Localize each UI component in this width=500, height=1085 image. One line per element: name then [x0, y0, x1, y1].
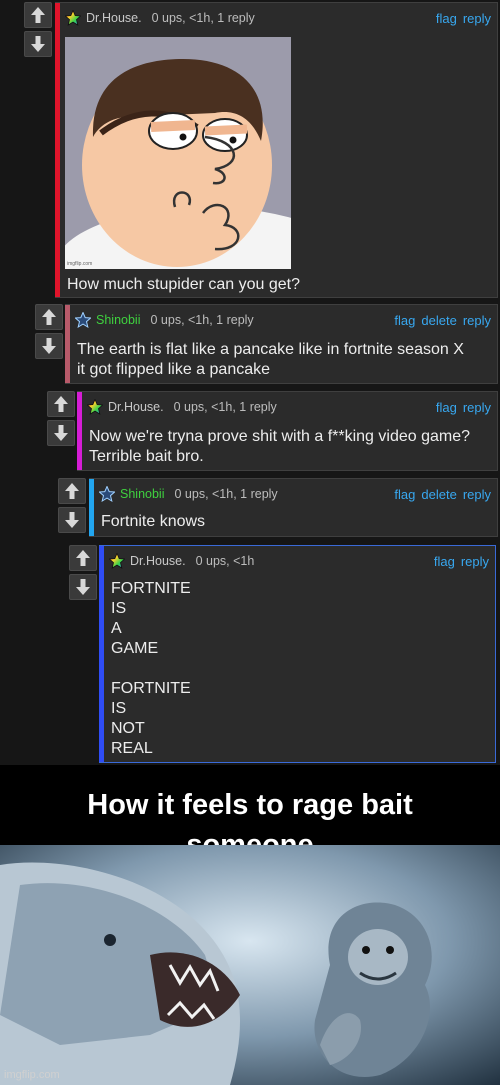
vote-controls	[35, 304, 63, 362]
vote-controls	[24, 2, 52, 60]
rage-bait-meme: How it feels to rage bait someone imgfli…	[0, 765, 500, 1085]
delete-link[interactable]: delete	[421, 313, 456, 328]
flag-link[interactable]: flag	[434, 554, 455, 569]
reply-link[interactable]: reply	[463, 400, 491, 415]
comment-header: Shinobii 0 ups, <1h, 1 reply flag delete…	[75, 311, 491, 329]
reply-link[interactable]: reply	[463, 487, 491, 502]
comment-actions: flag reply	[434, 554, 489, 569]
arrow-up-icon	[31, 7, 45, 23]
rainbow-star-icon	[65, 10, 81, 26]
arrow-down-icon	[42, 338, 56, 354]
comment-meta: 0 ups, <1h, 1 reply	[150, 313, 254, 327]
thread-bar	[65, 305, 70, 383]
comment-actions: flag reply	[436, 11, 491, 26]
flag-link[interactable]: flag	[436, 400, 457, 415]
comment-meta: 0 ups, <1h, 1 reply	[151, 11, 255, 25]
comment: Dr.House. 0 ups, <1h, 1 reply flag reply…	[47, 391, 498, 471]
username[interactable]: Dr.House.	[108, 400, 164, 414]
upvote-button[interactable]	[69, 545, 97, 571]
upvote-button[interactable]	[58, 478, 86, 504]
comment-box: Dr.House. 0 ups, <1h flag reply FORTNITE…	[99, 545, 496, 763]
reply-link[interactable]: reply	[461, 554, 489, 569]
thread-bar	[55, 3, 60, 297]
comment-text: FORTNITE IS A GAME FORTNITE IS NOT REAL	[111, 580, 191, 757]
meme-watermark: imgflip.com	[4, 1069, 60, 1081]
comment: Shinobii 0 ups, <1h, 1 reply flag delete…	[35, 304, 498, 384]
comment-header: Dr.House. 0 ups, <1h, 1 reply flag reply	[87, 398, 491, 416]
comment-meta: 0 ups, <1h, 1 reply	[173, 400, 277, 414]
username[interactable]: Dr.House.	[86, 11, 142, 25]
arrow-up-icon	[42, 309, 56, 325]
flag-link[interactable]: flag	[394, 487, 415, 502]
username[interactable]: Dr.House.	[130, 554, 186, 568]
meme-caption-line1: How it feels to rage bait	[87, 789, 413, 821]
comment: Shinobii 0 ups, <1h, 1 reply flag delete…	[58, 478, 498, 537]
comment-box: Dr.House. 0 ups, <1h, 1 reply flag reply…	[77, 391, 498, 471]
comment-meta: 0 ups, <1h	[195, 554, 255, 568]
lion-and-monkey-image	[0, 845, 500, 1085]
meme-watermark: imgflip.com	[67, 261, 93, 267]
arrow-up-icon	[65, 483, 79, 499]
arrow-down-icon	[76, 579, 90, 595]
thread-bar	[77, 392, 82, 470]
comment-thread: Dr.House. 0 ups, <1h, 1 reply flag reply	[0, 0, 500, 765]
arrow-up-icon	[76, 550, 90, 566]
downvote-button[interactable]	[47, 420, 75, 446]
comment-box: Dr.House. 0 ups, <1h, 1 reply flag reply	[55, 2, 498, 298]
username[interactable]: Shinobii	[120, 487, 164, 501]
flag-link[interactable]: flag	[436, 11, 457, 26]
arrow-down-icon	[65, 512, 79, 528]
vote-controls	[47, 391, 75, 449]
vote-controls	[58, 478, 86, 536]
comment-text: The earth is flat like a pancake like in…	[77, 341, 464, 378]
downvote-button[interactable]	[69, 574, 97, 600]
comment-text: Fortnite knows	[101, 513, 206, 530]
vote-controls	[69, 545, 97, 603]
reply-link[interactable]: reply	[463, 11, 491, 26]
upvote-button[interactable]	[47, 391, 75, 417]
comment-actions: flag delete reply	[394, 313, 491, 328]
blue-star-icon	[99, 486, 115, 502]
comment-box: Shinobii 0 ups, <1h, 1 reply flag delete…	[65, 304, 498, 384]
comment-meta: 0 ups, <1h, 1 reply	[174, 487, 278, 501]
arrow-up-icon	[54, 396, 68, 412]
thread-bar	[89, 479, 94, 536]
upvote-button[interactable]	[35, 304, 63, 330]
upvote-button[interactable]	[24, 2, 52, 28]
comment: Dr.House. 0 ups, <1h, 1 reply flag reply	[24, 2, 498, 298]
comment-header: Shinobii 0 ups, <1h, 1 reply flag delete…	[99, 485, 491, 503]
rainbow-star-icon	[87, 399, 103, 415]
comment-header: Dr.House. 0 ups, <1h flag reply	[109, 552, 489, 570]
downvote-button[interactable]	[58, 507, 86, 533]
username[interactable]: Shinobii	[96, 313, 140, 327]
blue-star-icon	[75, 312, 91, 328]
flag-link[interactable]: flag	[394, 313, 415, 328]
arrow-down-icon	[31, 36, 45, 52]
comment-actions: flag reply	[436, 400, 491, 415]
comment-text: Now we're tryna prove shit with a f**kin…	[89, 428, 471, 465]
comment: Dr.House. 0 ups, <1h flag reply FORTNITE…	[69, 545, 498, 763]
reply-link[interactable]: reply	[463, 313, 491, 328]
comment-header: Dr.House. 0 ups, <1h, 1 reply flag reply	[65, 9, 491, 27]
arrow-down-icon	[54, 425, 68, 441]
delete-link[interactable]: delete	[421, 487, 456, 502]
thread-bar	[99, 546, 104, 762]
comment-text: How much stupider can you get?	[67, 276, 301, 293]
rainbow-star-icon	[109, 553, 125, 569]
downvote-button[interactable]	[24, 31, 52, 57]
comment-actions: flag delete reply	[394, 487, 491, 502]
downvote-button[interactable]	[35, 333, 63, 359]
comment-box: Shinobii 0 ups, <1h, 1 reply flag delete…	[89, 478, 498, 537]
peter-griffin-meme-image: imgflip.com	[65, 37, 291, 269]
